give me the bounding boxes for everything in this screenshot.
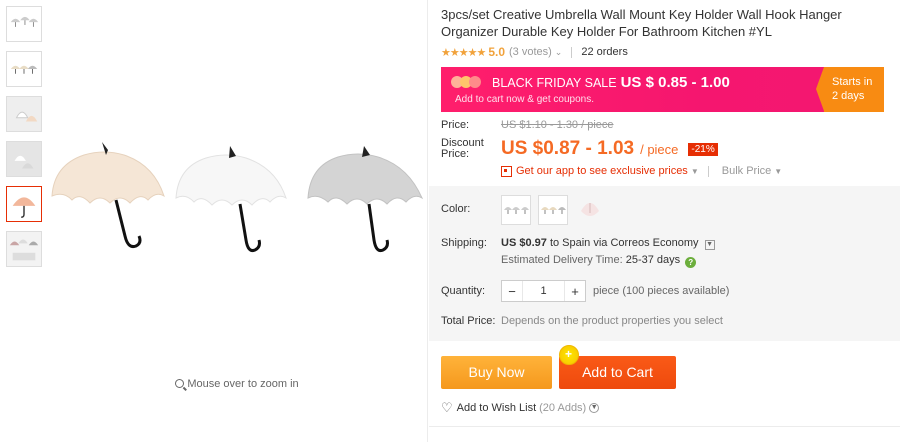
- help-icon[interactable]: ?: [685, 257, 697, 268]
- price-label: Price:: [441, 119, 470, 131]
- wishlist-row[interactable]: ♡ Add to Wish List (20 Adds) ▼: [441, 400, 600, 416]
- rating-stars-icon: ★★★★★: [441, 46, 486, 59]
- discount-badge: -21%: [688, 142, 718, 156]
- per-piece: / piece: [640, 141, 679, 157]
- discount-price-label: Discount Price:: [441, 138, 501, 160]
- shipping-row: Shipping: US $0.97 to Spain via Correos …: [441, 237, 891, 268]
- app-prices-link[interactable]: Get our app to see exclusive prices: [516, 165, 688, 177]
- shipping-dropdown-icon[interactable]: ▼: [704, 240, 715, 250]
- delivery-value: 25-37 days: [625, 254, 681, 266]
- shipping-label: Shipping:: [441, 237, 487, 249]
- thumbnail-2[interactable]: [6, 51, 42, 87]
- discount-label-line2: Price:: [441, 148, 470, 160]
- chevron-down-icon[interactable]: ▼: [589, 403, 600, 413]
- vertical-divider: [427, 0, 428, 442]
- quantity-decrease-button[interactable]: −: [502, 284, 522, 299]
- thumbnail-5[interactable]: [6, 186, 42, 222]
- delivery-time: Estimated Delivery Time: 25-37 days ?: [501, 254, 715, 268]
- color-label: Color:: [441, 203, 471, 215]
- total-price-label: Total Price:: [441, 315, 496, 327]
- color-option-pink[interactable]: [575, 195, 605, 225]
- shipping-price: US $0.97: [501, 237, 547, 249]
- quantity-row: Quantity: − 1 + piece (100 pieces availa…: [441, 280, 891, 302]
- promo-price: US $ 0.85 - 1.00: [620, 74, 730, 91]
- quantity-increase-button[interactable]: +: [565, 284, 585, 299]
- total-price-row: Total Price: Depends on the product prop…: [441, 315, 891, 327]
- promo-label: BLACK FRIDAY SALE: [492, 76, 617, 90]
- color-option-grey[interactable]: [501, 195, 531, 225]
- separator: [707, 165, 709, 177]
- thumbnail-3[interactable]: [6, 96, 42, 132]
- zoom-hint: Mouse over to zoom in: [44, 378, 430, 390]
- thumbnail-6[interactable]: [6, 231, 42, 267]
- main-product-image[interactable]: [44, 0, 430, 380]
- promo-subtitle: Add to cart now & get coupons.: [455, 94, 594, 105]
- rating-row: ★★★★★ 5.0 (3 votes) ⌄ 22 orders: [441, 44, 891, 60]
- discount-price: US $0.87 - 1.03: [501, 138, 635, 159]
- chevron-down-icon[interactable]: ▼: [774, 167, 782, 176]
- original-price: US $1.10 - 1.30 / piece: [501, 119, 614, 131]
- total-price-value: Depends on the product properties you se…: [501, 315, 723, 327]
- separator: [571, 46, 573, 58]
- orders-count: 22 orders: [581, 46, 628, 58]
- votes-link[interactable]: (3 votes): [509, 46, 552, 58]
- zoom-hint-text: Mouse over to zoom in: [187, 378, 299, 390]
- add-to-cart-button[interactable]: Add to Cart: [559, 338, 676, 389]
- thumbnail-list: [6, 6, 44, 276]
- product-options: Color: Shipping: US $0.97 to Spain via C…: [441, 195, 891, 327]
- buy-now-button[interactable]: Buy Now: [441, 356, 552, 389]
- bulk-price-link[interactable]: Bulk Price: [722, 165, 772, 177]
- price-block: Price: US $1.10 - 1.30 / piece Discount P…: [441, 119, 891, 177]
- thumbnail-4[interactable]: [6, 141, 42, 177]
- quantity-label: Quantity:: [441, 285, 486, 297]
- product-info-panel: 3pcs/set Creative Umbrella Wall Mount Ke…: [441, 0, 891, 177]
- product-title: 3pcs/set Creative Umbrella Wall Mount Ke…: [441, 7, 842, 39]
- color-option-beige[interactable]: [538, 195, 568, 225]
- rating-score: 5.0: [488, 45, 505, 59]
- balloons-icon: [451, 76, 487, 90]
- promo-title: BLACK FRIDAY SALE US $ 0.85 - 1.00: [492, 74, 730, 91]
- quantity-availability: piece (100 pieces available): [593, 285, 730, 297]
- color-row: Color:: [441, 195, 891, 225]
- coin-icon: [559, 338, 579, 371]
- heart-icon[interactable]: ♡: [441, 400, 453, 416]
- magnifier-icon: [175, 379, 185, 388]
- add-to-cart-label: Add to Cart: [582, 364, 653, 380]
- black-friday-banner[interactable]: BLACK FRIDAY SALE US $ 0.85 - 1.00 Add to…: [441, 67, 884, 112]
- starts-label: Starts in: [832, 76, 873, 88]
- promo-countdown: Starts in 2 days: [816, 67, 884, 112]
- umbrella-white-image: [175, 146, 287, 252]
- chevron-down-icon[interactable]: ⌄: [555, 47, 563, 58]
- quantity-input[interactable]: 1: [522, 281, 565, 301]
- shipping-destination: to Spain via Correos Economy: [549, 237, 699, 249]
- starts-value: 2 days: [832, 90, 865, 102]
- shipping-info: US $0.97 to Spain via Correos Economy ▼: [501, 237, 715, 250]
- thumbnail-1[interactable]: [6, 6, 42, 42]
- umbrella-beige-image: [51, 142, 165, 248]
- umbrella-grey-image: [307, 146, 424, 252]
- wishlist-count: (20 Adds): [539, 402, 587, 414]
- qr-code-icon: [501, 165, 512, 177]
- delivery-label: Estimated Delivery Time:: [501, 254, 623, 266]
- app-price-row: Get our app to see exclusive prices ▼ Bu…: [501, 165, 891, 177]
- chevron-down-icon[interactable]: ▼: [691, 167, 699, 176]
- wishlist-link[interactable]: Add to Wish List: [457, 402, 536, 414]
- action-buttons: Buy Now Add to Cart: [441, 338, 676, 389]
- horizontal-divider: [429, 426, 900, 427]
- quantity-stepper: − 1 +: [501, 280, 586, 302]
